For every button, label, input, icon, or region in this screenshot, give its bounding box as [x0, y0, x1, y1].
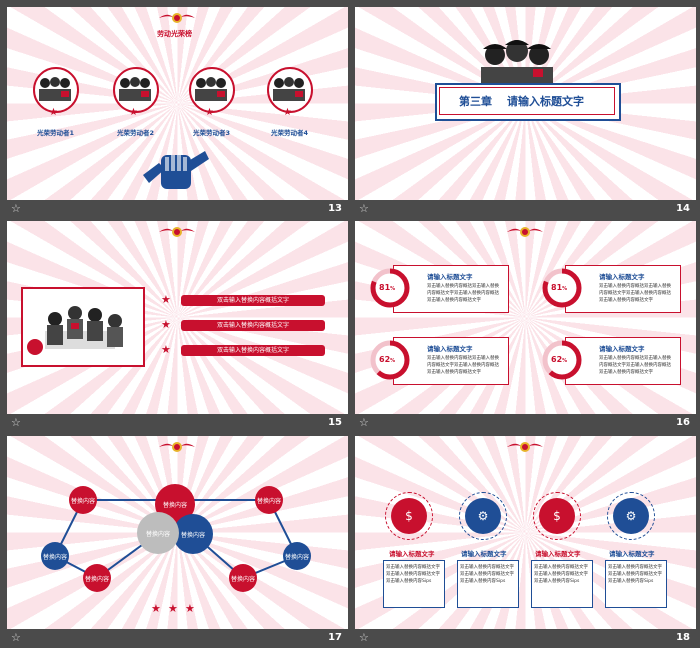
slide-17-canvas: 替换内容 替换内容 替换内容 替换内容 替换内容 替换内容 替换内容 替换内容 …: [7, 436, 348, 629]
item-title-4: 请输入标题文字: [609, 550, 655, 558]
red-star-icon: ★: [161, 293, 171, 306]
summary-bar-3[interactable]: 双击输入替换内容概括文字: [181, 345, 325, 356]
card-body-4: 双击输入替换内容概括双击输入替换内容概括文字双击输入替换内容概括双击输入替换内容…: [599, 356, 671, 375]
slide-number: 16: [676, 417, 690, 428]
workers-silhouette-icon: [119, 77, 151, 101]
card-title-3: 请输入标题文字: [427, 345, 473, 353]
item-title-2: 请输入标题文字: [461, 550, 507, 558]
workers-silhouette-icon: [39, 77, 71, 101]
party-emblem-icon: [507, 442, 543, 452]
slide-star-icon[interactable]: ☆: [359, 631, 369, 645]
item-title-3: 请输入标题文字: [535, 550, 581, 558]
slide-15[interactable]: ★ ★ ★ 双击输入替换内容概括文字 双击输入替换内容概括文字 双击输入替换内容…: [7, 221, 348, 433]
network-node[interactable]: 替换内容: [41, 542, 69, 570]
center-node-blue[interactable]: 替换内容: [173, 514, 213, 554]
network-node[interactable]: 替换内容: [69, 486, 97, 514]
slide-13-canvas: 劳动光荣榜 ★ ★ ★ ★ 光荣劳动者1 光荣劳动者2 光荣劳动者3 光荣劳动者…: [7, 7, 348, 200]
slide-17-footer: ☆ 17: [7, 629, 348, 648]
network-node[interactable]: 替换内容: [229, 564, 257, 592]
red-star-icon: ★: [49, 107, 58, 118]
network-node[interactable]: 替换内容: [283, 542, 311, 570]
item-body-3: 双击输入替换内容概括文字双击输入替换内容概括文字双击输入替换内容Sips: [534, 565, 588, 584]
summary-bar-1[interactable]: 双击输入替换内容概括文字: [181, 295, 325, 306]
slide-18[interactable]: $ ⚙ $ ⚙ 请输入标题文字 请输入标题文字 请输入标题文字 请输入标题文字 …: [355, 436, 696, 648]
progress-value-1: 81%: [379, 283, 396, 292]
red-star-icon: ★: [129, 107, 138, 118]
progress-value-4: 62%: [551, 355, 568, 364]
meeting-illustration-icon: [27, 306, 123, 355]
slide-15-canvas: ★ ★ ★ 双击输入替换内容概括文字 双击输入替换内容概括文字 双击输入替换内容…: [7, 221, 348, 414]
slide-13-footer: ☆ 13: [7, 200, 348, 219]
red-star-icon: ★: [205, 107, 214, 118]
party-emblem-icon: [159, 227, 195, 237]
slide-14-footer: ☆ 14: [355, 200, 696, 219]
workers-silhouette-icon: [195, 77, 227, 101]
party-emblem-icon: [159, 13, 195, 23]
party-emblem-icon: [507, 227, 543, 237]
red-star-icon: ★: [168, 602, 178, 615]
slide-16-canvas: 81% 请输入标题文字 双击输入替换内容概括双击输入替换内容概括文字双击输入替换…: [355, 221, 696, 414]
slide-18-canvas: $ ⚙ $ ⚙ 请输入标题文字 请输入标题文字 请输入标题文字 请输入标题文字 …: [355, 436, 696, 629]
slide-15-footer: ☆ 15: [7, 414, 348, 433]
slide-number: 13: [328, 203, 342, 214]
slide-star-icon[interactable]: ☆: [359, 202, 369, 216]
slide-star-icon[interactable]: ☆: [11, 631, 21, 645]
progress-value-3: 62%: [379, 355, 396, 364]
slide-16[interactable]: 81% 请输入标题文字 双击输入替换内容概括双击输入替换内容概括文字双击输入替换…: [355, 221, 696, 433]
worker-label-2: 光荣劳动者2: [117, 129, 155, 137]
workers-illustration-icon: [481, 40, 553, 87]
slide-number: 15: [328, 417, 342, 428]
slide-17[interactable]: 替换内容 替换内容 替换内容 替换内容 替换内容 替换内容 替换内容 替换内容 …: [7, 436, 348, 648]
item-body-1: 双击输入替换内容概括文字双击输入替换内容概括文字双击输入替换内容Sips: [386, 565, 440, 584]
worker-label-3: 光荣劳动者3: [193, 129, 231, 137]
slide-16-footer: ☆ 16: [355, 414, 696, 433]
card-title-2: 请输入标题文字: [599, 273, 645, 281]
card-title-1: 请输入标题文字: [427, 273, 473, 281]
chapter-label: 第三章: [459, 95, 492, 108]
red-star-icon: ★: [161, 318, 171, 331]
slide-star-icon[interactable]: ☆: [11, 416, 21, 430]
item-body-2: 双击输入替换内容概括文字双击输入替换内容概括文字双击输入替换内容Sips: [460, 565, 514, 584]
slide-number: 18: [676, 632, 690, 643]
network-node[interactable]: 替换内容: [83, 564, 111, 592]
item-title-1: 请输入标题文字: [389, 550, 435, 558]
summary-bar-2[interactable]: 双击输入替换内容概括文字: [181, 320, 325, 331]
money-bag-icon: $: [391, 498, 427, 534]
red-star-icon: ★: [185, 602, 195, 615]
card-body-2: 双击输入替换内容概括双击输入替换内容概括文字双击输入替换内容概括双击输入替换内容…: [599, 284, 671, 303]
red-star-icon: ★: [283, 107, 292, 118]
network-node[interactable]: 替换内容: [255, 486, 283, 514]
worker-label-1: 光荣劳动者1: [37, 129, 75, 137]
slide-star-icon[interactable]: ☆: [11, 202, 21, 216]
money-bag-icon: $: [539, 498, 575, 534]
item-body-4: 双击输入替换内容概括文字双击输入替换内容概括文字双击输入替换内容Sips: [608, 565, 662, 584]
slide-13[interactable]: 劳动光荣榜 ★ ★ ★ ★ 光荣劳动者1 光荣劳动者2 光荣劳动者3 光荣劳动者…: [7, 7, 348, 219]
progress-value-2: 81%: [551, 283, 568, 292]
card-body-1: 双击输入替换内容概括双击输入替换内容概括文字双击输入替换内容概括双击输入替换内容…: [427, 284, 499, 303]
card-title-4: 请输入标题文字: [599, 345, 645, 353]
card-body-3: 双击输入替换内容概括双击输入替换内容概括文字双击输入替换内容概括双击输入替换内容…: [427, 356, 499, 375]
red-star-icon: ★: [151, 602, 161, 615]
workers-silhouette-icon: [273, 77, 305, 101]
worker-label-4: 光荣劳动者4: [271, 129, 309, 137]
gears-icon: ⚙: [613, 498, 649, 534]
chapter-heading: 请输入标题文字: [507, 95, 584, 108]
slide-14-canvas: 第三章 请输入标题文字: [355, 7, 696, 200]
gears-icon: ⚙: [465, 498, 501, 534]
slide-14[interactable]: 第三章 请输入标题文字 ☆ 14: [355, 7, 696, 219]
slide-18-footer: ☆ 18: [355, 629, 696, 648]
slide-star-icon[interactable]: ☆: [359, 416, 369, 430]
slide-number: 17: [328, 632, 342, 643]
fist-wrench-icon: [143, 151, 209, 189]
red-star-icon: ★: [161, 343, 171, 356]
slide-title: 劳动光荣榜: [157, 30, 192, 38]
center-node-grey[interactable]: 替换内容: [137, 512, 179, 554]
slide-number: 14: [676, 203, 690, 214]
